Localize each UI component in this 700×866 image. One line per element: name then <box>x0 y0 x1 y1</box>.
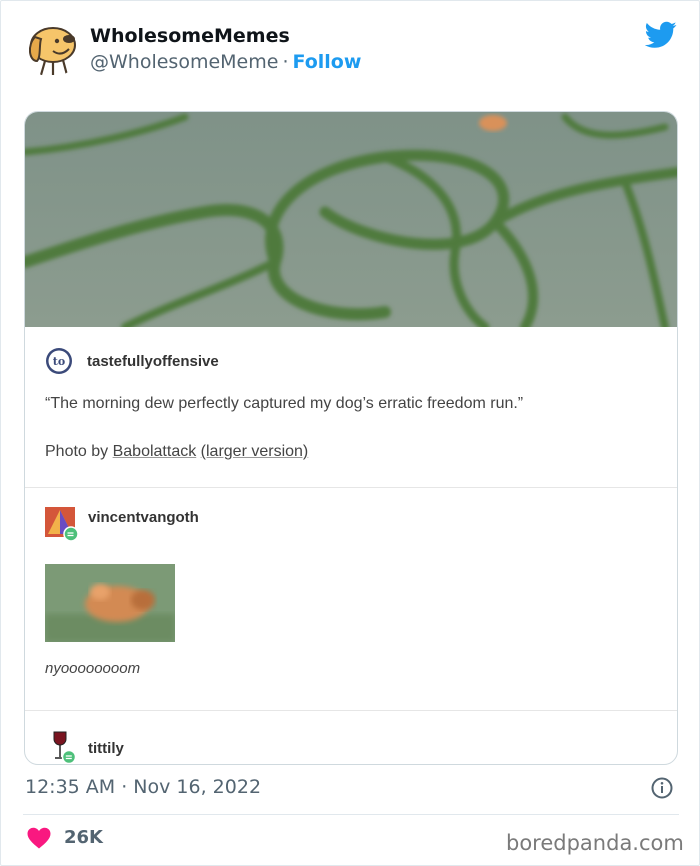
tweet-timestamp[interactable]: 12:35 AM · Nov 16, 2022 <box>25 776 261 798</box>
handle-row: @WholesomeMeme · Follow <box>90 51 361 73</box>
post2-caption: nyoooooooom <box>45 660 141 677</box>
heart-icon[interactable] <box>27 827 51 849</box>
reblog-post-tastefullyoffensive: to tastefullyoffensive “The morning dew … <box>25 327 677 488</box>
embedded-image-card[interactable]: to tastefullyoffensive “The morning dew … <box>24 111 678 765</box>
post1-username[interactable]: tastefullyoffensive <box>87 353 219 370</box>
tastefullyoffensive-avatar-icon[interactable]: to <box>45 347 73 375</box>
reblog-badge-icon <box>63 526 79 541</box>
tweet-embed: WholesomeMemes @WholesomeMeme · Follow t… <box>0 0 700 866</box>
twitter-bird-icon[interactable] <box>645 21 677 49</box>
wine-glass-avatar-icon[interactable] <box>51 730 77 765</box>
post3-username[interactable]: tittily <box>88 740 124 757</box>
separator: · <box>282 51 289 73</box>
display-name[interactable]: WholesomeMemes <box>90 25 290 47</box>
boredpanda-watermark: boredpanda.com <box>506 831 684 855</box>
larger-version-link[interactable]: (larger version) <box>201 443 309 460</box>
vincentvangoth-avatar-icon[interactable] <box>45 507 79 541</box>
post1-quote: “The morning dew perfectly captured my d… <box>45 395 524 412</box>
grass-dew-photo <box>25 112 677 327</box>
like-count[interactable]: 26K <box>64 827 103 848</box>
blurry-dog-thumbnail[interactable] <box>45 564 175 642</box>
credit-prefix: Photo by <box>45 443 113 460</box>
info-icon[interactable] <box>651 777 673 799</box>
reblog-post-vincentvangoth: vincentvangoth nyoooooooom <box>25 489 677 711</box>
credit-user-link[interactable]: Babolattack <box>113 443 197 460</box>
handle[interactable]: @WholesomeMeme <box>90 51 278 73</box>
post1-credit: Photo by Babolattack (larger version) <box>45 443 308 461</box>
follow-button[interactable]: Follow <box>292 51 361 73</box>
footer-divider <box>23 814 679 815</box>
tastefullyoffensive-icon-text: to <box>53 355 65 368</box>
dog-avatar-icon[interactable] <box>23 17 81 77</box>
reblog-post-tittily: tittily <box>25 712 677 765</box>
post2-username[interactable]: vincentvangoth <box>88 509 199 526</box>
